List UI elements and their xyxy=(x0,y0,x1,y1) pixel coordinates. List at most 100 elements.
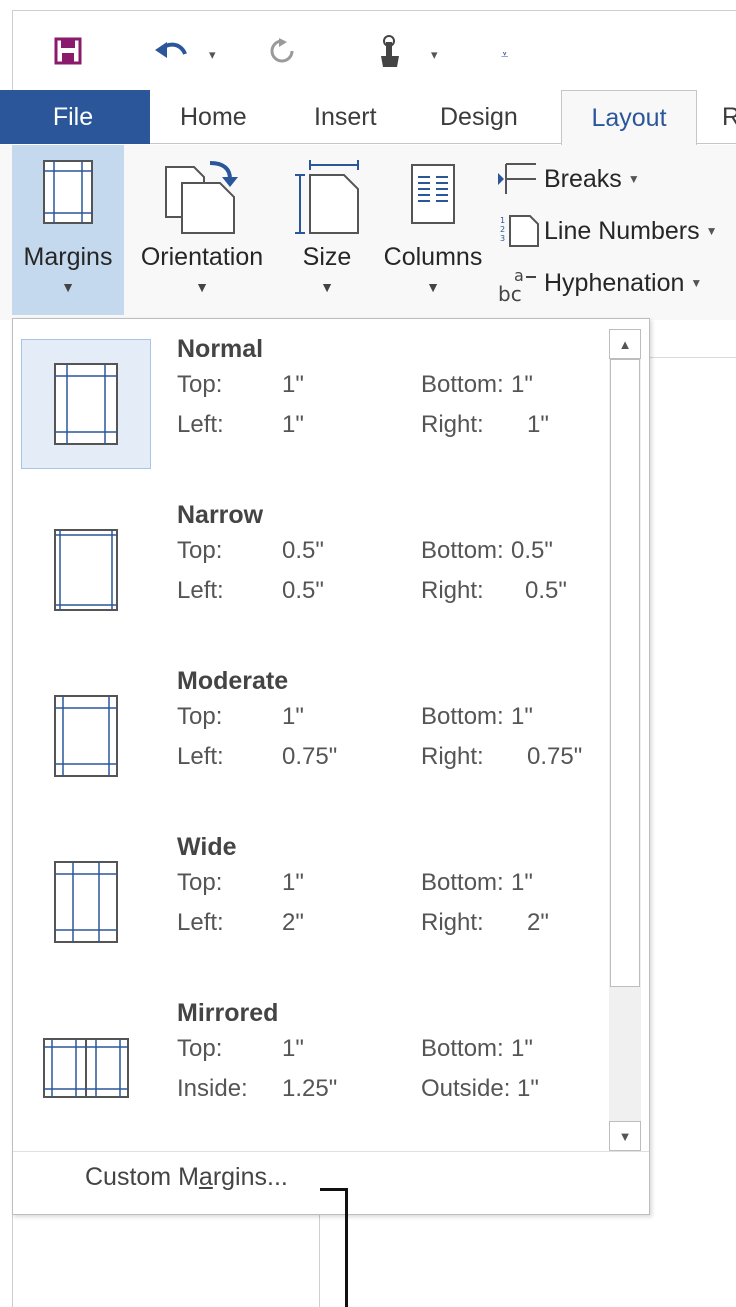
wide-margins-icon xyxy=(21,837,151,967)
orientation-label: Orientation xyxy=(140,243,264,271)
tab-design[interactable]: Design xyxy=(440,90,518,144)
redo-icon[interactable] xyxy=(267,31,297,71)
line-numbers-button[interactable]: 123 Line Numbers ▼ xyxy=(498,209,718,253)
scroll-down-icon[interactable]: ▼ xyxy=(609,1121,641,1151)
undo-icon[interactable] xyxy=(153,31,191,71)
margin-option-name: Mirrored xyxy=(177,999,279,1027)
value-left: 2" xyxy=(282,909,304,936)
value-top: 1" xyxy=(282,1035,304,1062)
touch-mode-icon[interactable] xyxy=(375,31,405,71)
margin-option-name: Normal xyxy=(177,335,264,363)
chevron-down-icon: ▼ xyxy=(627,172,640,186)
chevron-down-icon: ▼ xyxy=(195,279,209,295)
normal-margins-icon xyxy=(21,339,151,469)
breaks-icon xyxy=(498,163,536,194)
tab-home[interactable]: Home xyxy=(180,90,247,144)
value-left: 1" xyxy=(282,411,304,438)
hyphenation-button[interactable]: bc a Hyphenation ▼ xyxy=(498,261,702,305)
undo-dropdown-icon[interactable]: ▾ xyxy=(209,47,216,63)
gallery-scrollbar[interactable]: ▲ ▼ xyxy=(609,329,645,1151)
touch-mode-dropdown-icon[interactable]: ▾ xyxy=(431,47,438,63)
ribbon-tabs: File Home Insert Design Layout R xyxy=(0,90,736,147)
svg-text:1: 1 xyxy=(500,216,505,225)
gallery-divider xyxy=(13,1151,649,1152)
columns-icon xyxy=(410,163,456,230)
line-numbers-label: Line Numbers xyxy=(544,216,700,245)
margins-button[interactable]: Margins ▼ xyxy=(12,145,124,315)
value-bottom: 1" xyxy=(511,1035,533,1062)
label-bottom: Bottom: xyxy=(421,1035,504,1062)
chevron-down-icon: ▼ xyxy=(320,279,334,295)
label-top: Top: xyxy=(177,537,223,564)
value-top: 1" xyxy=(282,371,304,398)
scrollbar-track[interactable] xyxy=(609,359,641,1121)
svg-text:2: 2 xyxy=(500,225,505,234)
value-bottom: 1" xyxy=(511,703,533,730)
custom-margins-access-key: a xyxy=(198,1163,213,1191)
orientation-icon xyxy=(164,159,240,240)
label-left: Left: xyxy=(177,411,224,438)
svg-text:3: 3 xyxy=(500,234,505,243)
tab-references[interactable]: R xyxy=(722,90,736,144)
value-bottom: 1" xyxy=(511,869,533,896)
save-icon[interactable] xyxy=(53,31,83,71)
columns-button[interactable]: Columns ▼ xyxy=(376,145,490,315)
margins-gallery: Normal Top: 1" Bottom: 1" Left: 1" Right… xyxy=(12,318,650,1215)
callout-line-vertical xyxy=(345,1188,348,1307)
document-ruler-line xyxy=(650,357,736,358)
tab-layout[interactable]: Layout xyxy=(561,90,697,147)
custom-margins-label-end: rgins... xyxy=(212,1163,288,1191)
custom-margins-label-start: Custom M xyxy=(85,1163,199,1191)
margin-option-mirrored[interactable]: Mirrored Top: 1" Bottom: 1" Inside: 1.25… xyxy=(21,999,613,1135)
scrollbar-thumb[interactable] xyxy=(610,359,640,987)
navigation-pane xyxy=(12,1215,320,1307)
mirrored-margins-icon xyxy=(21,1003,151,1133)
custom-margins-button[interactable]: Custom Margins... xyxy=(85,1163,288,1192)
margins-icon xyxy=(42,159,94,230)
line-numbers-icon: 123 xyxy=(500,215,539,247)
chevron-down-icon: ▼ xyxy=(690,276,703,290)
hyphenation-label: Hyphenation xyxy=(544,268,685,297)
orientation-button[interactable]: Orientation ▼ xyxy=(132,145,272,315)
size-button[interactable]: Size ▼ xyxy=(288,145,366,315)
hyphenation-icon: bc a xyxy=(498,266,536,303)
label-left: Left: xyxy=(177,577,224,604)
value-right: 0.75" xyxy=(527,743,583,770)
label-bottom: Bottom: xyxy=(421,537,504,564)
label-right: Right: xyxy=(421,909,484,936)
quick-access-toolbar: ▾ ▾ ⩡ xyxy=(12,10,736,91)
value-inside: 1.25" xyxy=(282,1075,338,1102)
customize-icon[interactable]: ⩡ xyxy=(501,47,508,63)
tab-insert[interactable]: Insert xyxy=(314,90,377,144)
chevron-down-icon: ▼ xyxy=(426,279,440,295)
scroll-up-icon[interactable]: ▲ xyxy=(609,329,641,359)
tab-file[interactable]: File xyxy=(0,90,150,144)
svg-text:bc: bc xyxy=(498,282,522,303)
narrow-margins-icon xyxy=(21,505,151,635)
label-top: Top: xyxy=(177,371,223,398)
label-bottom: Bottom: xyxy=(421,371,504,398)
moderate-margins-icon xyxy=(21,671,151,801)
document-area xyxy=(650,320,736,1307)
size-icon xyxy=(294,159,360,240)
label-bottom: Bottom: xyxy=(421,869,504,896)
label-top: Top: xyxy=(177,1035,223,1062)
breaks-button[interactable]: Breaks ▼ xyxy=(498,157,640,201)
margin-option-name: Wide xyxy=(177,833,237,861)
label-left: Left: xyxy=(177,909,224,936)
label-right: Right: xyxy=(421,411,484,438)
margin-option-moderate[interactable]: Moderate Top: 1" Bottom: 1" Left: 0.75" … xyxy=(21,667,613,803)
label-top: Top: xyxy=(177,869,223,896)
margin-option-wide[interactable]: Wide Top: 1" Bottom: 1" Left: 2" Right: … xyxy=(21,833,613,969)
margin-option-name: Moderate xyxy=(177,667,289,695)
svg-text:a: a xyxy=(514,266,524,285)
value-bottom: 0.5" xyxy=(511,537,553,564)
margin-option-normal[interactable]: Normal Top: 1" Bottom: 1" Left: 1" Right… xyxy=(21,335,613,471)
value-top: 0.5" xyxy=(282,537,324,564)
margin-option-narrow[interactable]: Narrow Top: 0.5" Bottom: 0.5" Left: 0.5"… xyxy=(21,501,613,637)
callout-line-horizontal xyxy=(320,1188,348,1191)
value-bottom: 1" xyxy=(511,371,533,398)
chevron-down-icon: ▼ xyxy=(705,224,718,238)
label-left: Left: xyxy=(177,743,224,770)
value-right: 1" xyxy=(527,411,549,438)
